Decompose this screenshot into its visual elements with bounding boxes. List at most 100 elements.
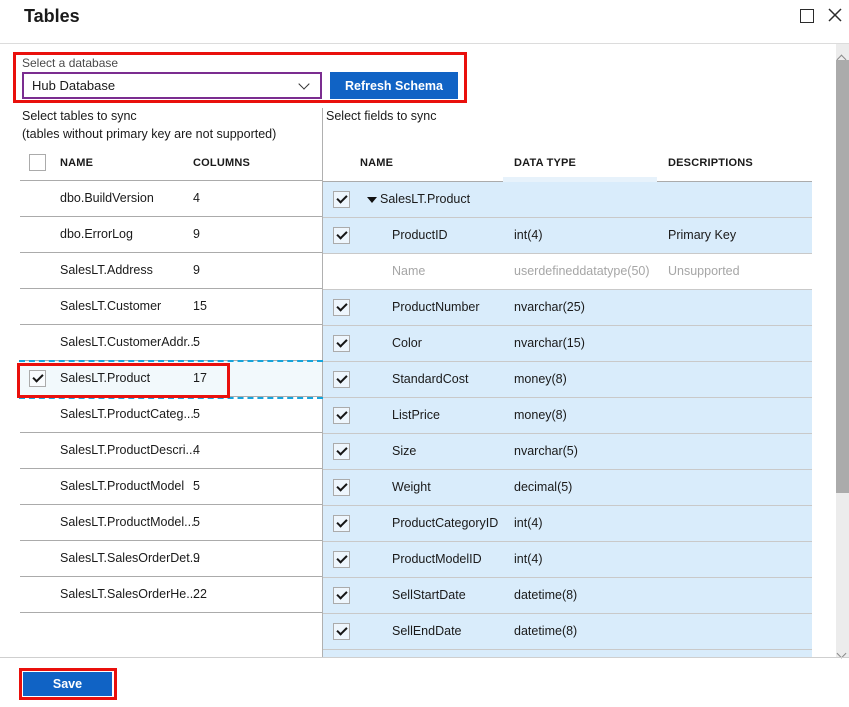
fields-header-descriptions: DESCRIPTIONS <box>668 157 753 169</box>
field-name: ProductNumber <box>392 290 480 325</box>
row-checkbox[interactable] <box>333 551 350 568</box>
row-checkbox[interactable] <box>333 407 350 424</box>
field-name: SellEndDate <box>392 614 462 649</box>
row-checkbox[interactable] <box>333 515 350 532</box>
row-checkbox[interactable] <box>29 370 46 387</box>
table-name: SalesLT.Product <box>60 361 150 396</box>
table-name: SalesLT.Address <box>60 253 153 288</box>
table-column-count: 5 <box>193 325 200 360</box>
table-column-count: 9 <box>193 253 200 288</box>
field-data-type: int(4) <box>514 218 542 253</box>
field-name: ProductCategoryID <box>392 506 498 541</box>
field-description: Unsupported <box>668 254 740 289</box>
field-row[interactable]: ProductNumber nvarchar(25) <box>323 290 812 326</box>
table-row[interactable]: SalesLT.Product 17 <box>20 361 322 397</box>
field-data-type: nvarchar(5) <box>514 434 578 469</box>
table-row[interactable]: SalesLT.Address 9 <box>20 253 322 289</box>
row-checkbox[interactable] <box>333 227 350 244</box>
restore-icon[interactable] <box>800 9 814 23</box>
field-data-type: int(4) <box>514 506 542 541</box>
field-name: StandardCost <box>392 362 468 397</box>
field-group-row[interactable]: SalesLT.Product <box>323 182 812 218</box>
table-column-count: 17 <box>193 361 207 396</box>
row-checkbox[interactable] <box>333 371 350 388</box>
table-column-count: 5 <box>193 469 200 504</box>
field-row[interactable]: ProductIDint(4)Primary Key <box>323 218 812 254</box>
tables-panel-subtitle: (tables without primary key are not supp… <box>22 127 276 141</box>
table-name: dbo.ErrorLog <box>60 217 133 252</box>
field-row[interactable]: Weightdecimal(5) <box>323 470 812 506</box>
scrollbar-thumb[interactable] <box>836 60 849 493</box>
field-name: SalesLT.Product <box>380 182 470 217</box>
scroll-down-icon[interactable] <box>838 644 847 653</box>
table-name: SalesLT.SalesOrderHe... <box>60 577 197 612</box>
field-data-type: nvarchar(15) <box>514 326 585 361</box>
chevron-down-icon <box>298 78 309 89</box>
database-dropdown[interactable]: Hub Database <box>22 72 322 99</box>
table-column-count: 5 <box>193 397 200 432</box>
table-column-count: 4 <box>193 433 200 468</box>
field-name: ListPrice <box>392 398 440 433</box>
field-row[interactable]: SellEndDate datetime(8) <box>323 614 812 650</box>
table-column-count: 9 <box>193 217 200 252</box>
table-row[interactable]: SalesLT.SalesOrderDet...9 <box>20 541 322 577</box>
field-name: SellStartDate <box>392 578 466 613</box>
select-all-tables-checkbox[interactable] <box>29 154 46 171</box>
fields-header-data-type: DATA TYPE <box>514 157 576 169</box>
table-row[interactable]: SalesLT.ProductModel...5 <box>20 505 322 541</box>
table-name: dbo.BuildVersion <box>60 181 154 216</box>
table-row[interactable]: SalesLT.ProductDescri...4 <box>20 433 322 469</box>
triangle-down-icon[interactable] <box>367 197 377 203</box>
field-row[interactable]: Sizenvarchar(5) <box>323 434 812 470</box>
table-name: SalesLT.ProductModel <box>60 469 184 504</box>
table-row[interactable]: SalesLT.ProductCateg...5 <box>20 397 322 433</box>
table-row[interactable]: SalesLT.Customer15 <box>20 289 322 325</box>
field-row[interactable]: ProductModelIDint(4) <box>323 542 812 578</box>
row-checkbox[interactable] <box>333 191 350 208</box>
table-column-count: 22 <box>193 577 207 612</box>
table-name: SalesLT.ProductModel... <box>60 505 195 540</box>
field-data-type: userdefineddatatype(50) <box>514 254 650 289</box>
field-description: Primary Key <box>668 218 736 253</box>
refresh-schema-button[interactable]: Refresh Schema <box>330 72 458 99</box>
table-row[interactable]: dbo.ErrorLog 9 <box>20 217 322 253</box>
page-title: Tables <box>24 6 80 27</box>
row-checkbox[interactable] <box>333 335 350 352</box>
field-row[interactable]: SellStartDatedatetime(8) <box>323 578 812 614</box>
field-data-type: money(8) <box>514 398 567 433</box>
table-name: SalesLT.Customer <box>60 289 161 324</box>
table-row[interactable]: dbo.BuildVersion 4 <box>20 181 322 217</box>
table-name: SalesLT.SalesOrderDet... <box>60 541 200 576</box>
row-checkbox[interactable] <box>333 299 350 316</box>
field-data-type: datetime(8) <box>514 614 577 649</box>
table-row[interactable]: SalesLT.CustomerAddr...5 <box>20 325 322 361</box>
footer-divider <box>0 657 849 658</box>
scroll-up-icon[interactable] <box>838 50 847 59</box>
field-row[interactable]: ProductCategoryID int(4) <box>323 506 812 542</box>
field-name: Name <box>392 254 425 289</box>
field-data-type: nvarchar(25) <box>514 290 585 325</box>
save-button[interactable]: Save <box>23 672 112 696</box>
close-icon[interactable] <box>827 7 843 23</box>
table-name: SalesLT.CustomerAddr... <box>60 325 197 360</box>
row-checkbox[interactable] <box>333 587 350 604</box>
table-column-count: 9 <box>193 541 200 576</box>
field-row[interactable]: StandardCost money(8) <box>323 362 812 398</box>
row-checkbox[interactable] <box>333 479 350 496</box>
fields-panel-title: Select fields to sync <box>326 109 436 123</box>
field-row-partial[interactable] <box>323 650 812 657</box>
row-checkbox[interactable] <box>333 623 350 640</box>
field-row[interactable]: Color nvarchar(15) <box>323 326 812 362</box>
field-name: Color <box>392 326 422 361</box>
field-row[interactable]: Name userdefineddatatype(50) Unsupported <box>323 254 812 290</box>
table-row[interactable]: SalesLT.SalesOrderHe...22 <box>20 577 322 613</box>
title-divider <box>0 43 849 44</box>
field-name: Weight <box>392 470 431 505</box>
field-row[interactable]: ListPrice money(8) <box>323 398 812 434</box>
fields-header-name: NAME <box>360 157 393 169</box>
row-checkbox[interactable] <box>333 443 350 460</box>
table-column-count: 4 <box>193 181 200 216</box>
field-name: ProductModelID <box>392 542 482 577</box>
field-data-type: money(8) <box>514 362 567 397</box>
table-row[interactable]: SalesLT.ProductModel 5 <box>20 469 322 505</box>
